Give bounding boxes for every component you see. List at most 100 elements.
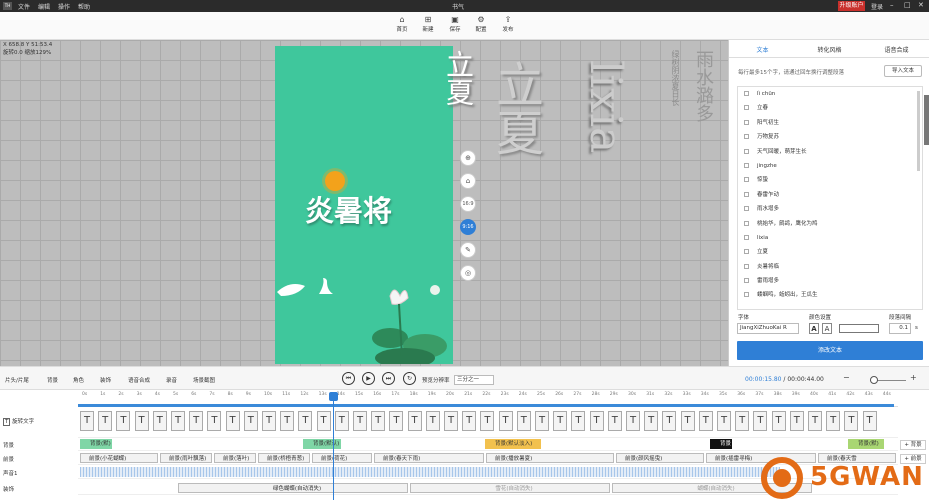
fg-clip[interactable]: 前景(落叶) (214, 453, 256, 463)
preview-frame[interactable]: 炎暑将 (275, 46, 453, 364)
text-line-list[interactable]: lì chūn 立春 阳气初生 万物复苏 天气回暖，萌芽生长 jingzhe 惊… (737, 86, 923, 310)
list-item[interactable]: 雨水增多 (738, 202, 922, 216)
text-clip[interactable]: T (207, 411, 222, 431)
zoom-in-icon[interactable]: + (910, 373, 917, 382)
text-clip[interactable]: T (298, 411, 313, 431)
decoration-button[interactable]: 装饰 (100, 376, 111, 384)
deco-clip[interactable]: 雪花(自动消失) (410, 483, 610, 493)
text-clip[interactable]: T (316, 411, 331, 431)
list-item[interactable]: 惊蛰 (738, 173, 922, 187)
intro-outro-button[interactable]: 片头/片尾 (5, 376, 29, 384)
text-clip[interactable]: T (662, 411, 677, 431)
list-item[interactable]: 立夏 (738, 245, 922, 259)
list-item[interactable]: 万物复苏 (738, 130, 922, 144)
text-clip[interactable]: T (717, 411, 731, 431)
text-clip[interactable]: T (189, 411, 204, 431)
deco-vertical-gray[interactable]: 立夏 (480, 60, 550, 156)
background-button[interactable]: 背景 (47, 376, 58, 384)
maximize-icon[interactable]: □ (904, 1, 911, 9)
new-button[interactable]: ⊞ 新建 (418, 15, 438, 33)
list-item[interactable]: 立春 (738, 101, 922, 115)
deco-latin-text[interactable]: lixia (580, 60, 631, 153)
playhead-handle[interactable] (329, 392, 338, 401)
text-clip[interactable]: T (735, 411, 750, 431)
upgrade-button[interactable]: 升级账户 (838, 1, 865, 11)
edit-tool-icon[interactable]: ✎ (460, 242, 476, 258)
list-item[interactable]: 阳气初生 (738, 116, 922, 130)
menu-edit[interactable]: 编辑 (38, 2, 50, 11)
text-clip[interactable]: T (862, 411, 877, 431)
text-clip[interactable]: T (498, 411, 513, 431)
fg-clip[interactable]: 前景(荷花) (312, 453, 372, 463)
bold-icon[interactable]: A (809, 323, 819, 334)
text-clip[interactable]: T (80, 411, 94, 431)
fg-clip[interactable]: 前景(颜风摇曳) (616, 453, 704, 463)
text-clip[interactable]: T (407, 411, 422, 431)
text-clip[interactable]: T (371, 411, 386, 431)
heading-text[interactable]: 炎暑将 (305, 188, 392, 230)
fg-clip[interactable]: 前景(桥梧青葱) (258, 453, 310, 463)
panel-edge-scrollbar[interactable] (924, 95, 929, 145)
home-button[interactable]: ⌂ 首页 (392, 15, 412, 33)
text-clip[interactable]: T (225, 411, 240, 431)
list-item[interactable]: 桃始华，鹧鸪，鹰化为鸠 (738, 217, 922, 231)
config-button[interactable]: ⚙ 配置 (471, 15, 491, 33)
login-button[interactable]: 登录 (871, 2, 883, 11)
text-clip[interactable]: T (116, 411, 131, 431)
text-clip[interactable]: T (280, 411, 295, 431)
text-clip[interactable]: T (389, 411, 404, 431)
playhead-line[interactable] (333, 393, 334, 500)
list-item[interactable]: 蝼蝈鸣，蚯蚓出，王瓜生 (738, 288, 922, 302)
deco-clip[interactable]: 绿色蝴蝶(自动消失) (178, 483, 408, 493)
deco-vertical-white[interactable]: 立夏 (442, 50, 478, 130)
text-clip[interactable]: T (826, 411, 841, 431)
list-item[interactable]: 雷雨增多 (738, 274, 922, 288)
zoom-slider-knob[interactable] (870, 376, 878, 384)
text-clip[interactable]: T (535, 411, 549, 431)
add-background-button[interactable]: + 背景 (900, 440, 926, 450)
text-clip[interactable]: T (680, 411, 695, 431)
bg-clip[interactable]: 背景 (710, 439, 732, 449)
text-clip[interactable]: T (516, 411, 531, 431)
zoom-tool-icon[interactable]: ⊕ (460, 150, 476, 166)
text-clip[interactable]: T (844, 411, 859, 431)
text-clip[interactable]: T (789, 411, 804, 431)
editor-canvas[interactable]: X 658.8 Y 51:53.4 旋转0.0 缩放129% 炎暑将 立夏 立夏… (0, 40, 728, 366)
tab-tts[interactable]: 语音合成 (863, 45, 929, 54)
text-clip[interactable]: T (808, 411, 822, 431)
text-clip[interactable]: T (589, 411, 604, 431)
audio-waveform[interactable] (80, 467, 780, 477)
apply-text-button[interactable]: 添改文本 (737, 341, 923, 360)
bg-clip[interactable]: 背景(默认) (303, 439, 341, 449)
text-clip[interactable]: T (353, 411, 367, 431)
scene-screenshot-button[interactable]: 场景截图 (193, 376, 215, 384)
timeline-range-bar[interactable] (78, 404, 894, 407)
tts-button[interactable]: 语音合成 (128, 376, 150, 384)
text-clip[interactable]: T (98, 411, 113, 431)
text-clip[interactable]: T (152, 411, 167, 431)
text-track[interactable]: TTTTTTTTTTTTTTTTTTTTTTTTTTTTTTTTTTTTTTTT… (78, 408, 898, 438)
text-clip[interactable]: T (262, 411, 276, 431)
spacing-input[interactable]: 0.1 (889, 323, 911, 334)
record-button[interactable]: 录音 (166, 376, 177, 384)
menu-help[interactable]: 帮助 (78, 2, 90, 11)
bg-clip[interactable]: 背景(默认淡入) (485, 439, 541, 449)
text-clip[interactable]: T (698, 411, 713, 431)
text-color-icon[interactable]: A (822, 323, 832, 334)
list-item[interactable]: 天气回暖，萌芽生长 (738, 145, 922, 159)
loop-icon[interactable]: ↻ (403, 372, 416, 385)
deco-right-small[interactable]: 绿树阴浓夏日长 (670, 50, 681, 106)
fg-clip[interactable]: 前景(春天下雨) (374, 453, 484, 463)
tab-text[interactable]: 文本 (729, 45, 796, 54)
text-clip[interactable]: T (571, 411, 586, 431)
text-clip[interactable]: T (425, 411, 440, 431)
ratio-9-16-button[interactable]: 9:16 (460, 219, 476, 235)
fg-clip[interactable]: 前景(小花蝴蝶) (80, 453, 158, 463)
lock-tool-icon[interactable]: ⌂ (460, 173, 476, 189)
menu-operate[interactable]: 操作 (58, 2, 70, 11)
text-clip[interactable]: T (334, 411, 349, 431)
list-item[interactable]: lì chūn (738, 87, 922, 101)
list-item[interactable]: lixia (738, 231, 922, 245)
font-select[interactable]: JiangXiZhuoKai R (737, 323, 799, 334)
text-clip[interactable]: T (771, 411, 786, 431)
